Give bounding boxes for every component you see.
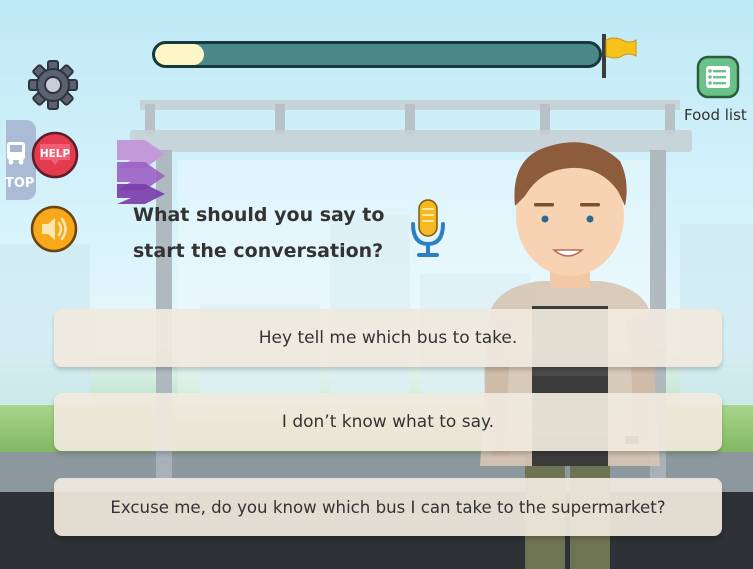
progress-bar <box>152 41 602 68</box>
answer-option-2[interactable]: I don’t know what to say. <box>54 393 722 451</box>
question-text: What should you say to start the convers… <box>133 197 423 269</box>
flag-icon <box>605 37 637 59</box>
help-label: HELP <box>40 148 71 160</box>
game-scene: TOP HELP Food list What should you say t… <box>0 0 753 569</box>
list-icon[interactable] <box>696 55 740 99</box>
speaker-icon[interactable] <box>30 205 78 253</box>
answer-option-3[interactable]: Excuse me, do you know which bus I can t… <box>54 478 722 536</box>
answer-option-1[interactable]: Hey tell me which bus to take. <box>54 309 722 367</box>
gear-icon[interactable] <box>28 60 78 110</box>
food-list-label[interactable]: Food list <box>684 106 747 124</box>
question-line-2: start the conversation? <box>133 240 384 262</box>
microphone-icon[interactable] <box>408 198 448 262</box>
help-button[interactable]: HELP <box>31 131 79 179</box>
question-line-1: What should you say to <box>133 204 385 226</box>
app-logo <box>117 140 165 204</box>
bus-icon <box>7 142 25 165</box>
progress-fill <box>155 44 204 65</box>
